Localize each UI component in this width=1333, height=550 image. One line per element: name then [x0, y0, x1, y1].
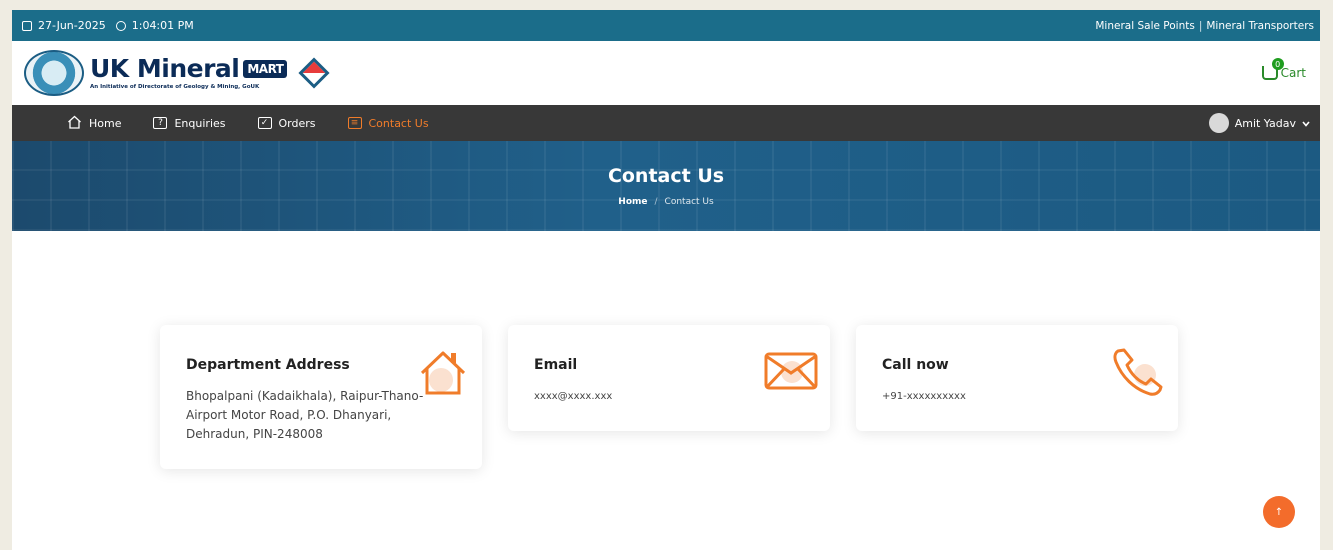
nav-label-contact-us: Contact Us — [368, 116, 429, 130]
breadcrumb-home-link[interactable]: Home — [618, 197, 647, 207]
brand-title: UK Mineral — [90, 54, 240, 83]
date-text: 27-Jun-2025 — [38, 19, 106, 32]
email-card: Email xxxx@xxxx.xxx — [508, 325, 830, 431]
user-name: Amit Yadav — [1234, 116, 1296, 130]
clock-icon — [115, 20, 126, 31]
address-card-title: Department Address — [186, 357, 350, 373]
mineral-sale-points-link[interactable]: Mineral Sale Points — [1095, 20, 1194, 32]
breadcrumb-current: Contact Us — [664, 197, 714, 207]
nav-label-enquiries: Enquiries — [174, 116, 226, 130]
brand-mart-badge: MART — [243, 60, 288, 78]
orders-icon: ✓ — [257, 117, 272, 129]
cart-label: Cart — [1280, 66, 1306, 80]
page-title: Contact Us — [607, 165, 725, 187]
question-icon: ? — [153, 117, 168, 129]
envelope-icon — [764, 352, 818, 390]
nav-item-home[interactable]: Home — [67, 115, 121, 132]
page: 27-Jun-2025 1:04:01 PM Mineral Sale Poin… — [12, 10, 1320, 550]
top-bar: 27-Jun-2025 1:04:01 PM Mineral Sale Poin… — [12, 10, 1320, 41]
calendar-icon — [22, 20, 32, 31]
chevron-down-icon — [1302, 117, 1310, 130]
nav-item-orders[interactable]: ✓ Orders — [257, 116, 316, 130]
site-header: UK Mineral MART An Initiative of Directo… — [12, 41, 1320, 105]
mineral-transporters-link[interactable]: Mineral Transporters — [1206, 20, 1314, 32]
state-emblem-icon — [298, 57, 331, 89]
nav-item-enquiries[interactable]: ? Enquiries — [153, 116, 226, 130]
cart-button[interactable]: 0 Cart — [1261, 58, 1306, 80]
nav-item-contact-us[interactable]: ≡ Contact Us — [347, 116, 429, 130]
scroll-to-top-button[interactable]: ↑ — [1263, 496, 1295, 528]
topbar-divider: | — [1198, 19, 1203, 32]
page-banner: Contact Us Home / Contact Us — [12, 141, 1320, 231]
brand-logo[interactable]: UK Mineral MART An Initiative of Directo… — [24, 50, 331, 96]
user-menu[interactable]: Amit Yadav — [1208, 113, 1310, 133]
department-seal-icon — [24, 50, 84, 96]
contact-icon: ≡ — [347, 117, 362, 129]
home-icon — [67, 115, 82, 132]
address-card-text: Bhopalpani (Kadaikhala), Raipur-Thano- A… — [186, 389, 424, 441]
phone-icon — [1113, 348, 1163, 396]
nav-label-orders: Orders — [278, 116, 316, 130]
avatar — [1208, 113, 1229, 133]
call-card: Call now +91-xxxxxxxxxx — [856, 325, 1178, 431]
arrow-up-icon: ↑ — [1274, 506, 1284, 518]
cart-count-badge: 0 — [1271, 58, 1284, 70]
address-card: Department Address Bhopalpani (Kadaikhal… — [160, 325, 482, 469]
brand-subtitle: An Initiative of Directorate of Geology … — [90, 84, 260, 90]
main-nav: Home ? Enquiries ✓ Orders ≡ Contact Us A… — [12, 105, 1320, 141]
breadcrumb-separator: / — [654, 197, 658, 207]
time-text: 1:04:01 PM — [131, 19, 194, 32]
nav-label-home: Home — [89, 116, 122, 130]
house-icon — [420, 351, 466, 395]
breadcrumb: Home / Contact Us — [618, 197, 713, 207]
